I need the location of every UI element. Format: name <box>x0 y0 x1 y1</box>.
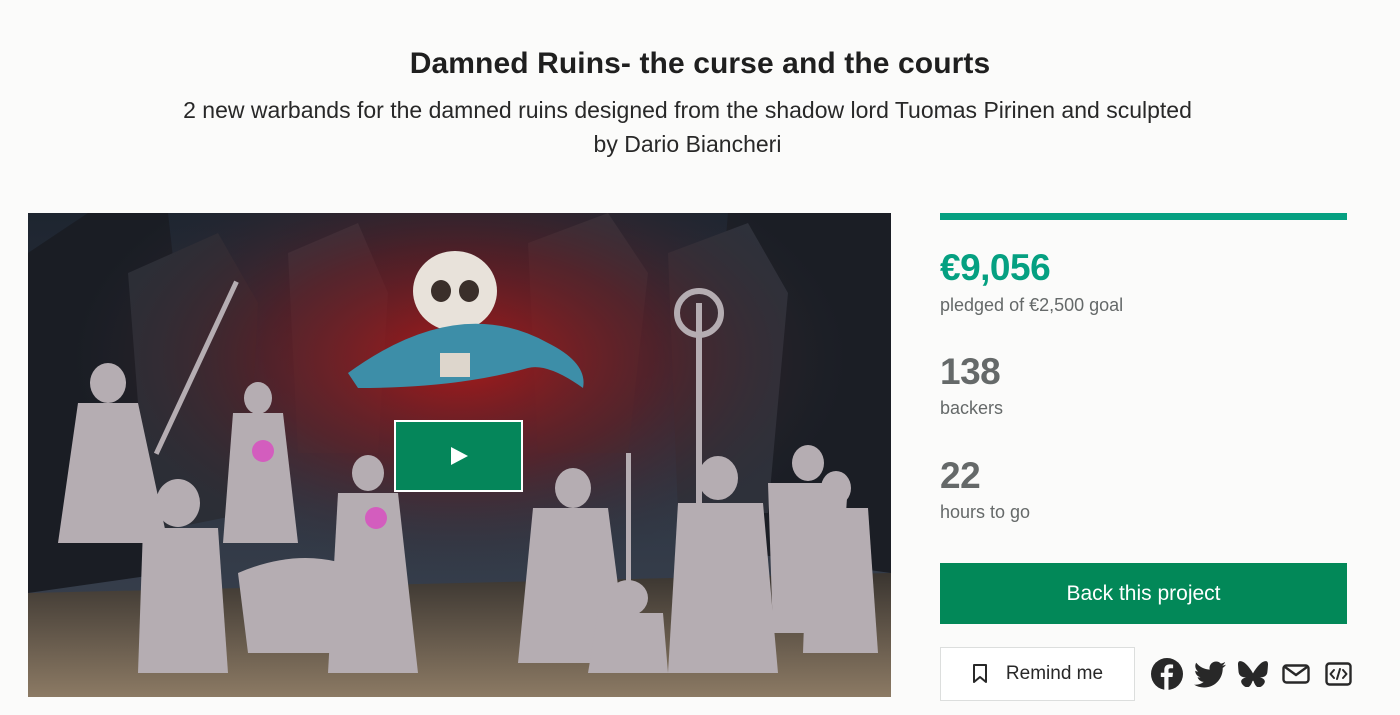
play-button[interactable] <box>394 420 523 492</box>
bookmark-icon <box>972 664 987 683</box>
backers-label: backers <box>940 398 1004 418</box>
project-title: Damned Ruins- the curse and the courts <box>409 47 991 80</box>
funding-progress-fill <box>940 213 1347 220</box>
project-subtitle: 2 new warbands for the damned ruins desi… <box>183 97 1192 157</box>
embed-icon[interactable] <box>1317 657 1360 691</box>
funding-progress-bar <box>940 213 1347 220</box>
remind-me-button[interactable]: Remind me <box>940 647 1135 701</box>
email-icon[interactable] <box>1274 657 1317 691</box>
share-icons <box>1145 657 1360 691</box>
remind-me-label: Remind me <box>1005 663 1104 684</box>
time-remaining-label: hours to go <box>940 502 1031 522</box>
pledged-label: pledged of €2,500 goal <box>940 295 1124 315</box>
twitter-icon[interactable] <box>1188 657 1231 691</box>
bluesky-icon[interactable] <box>1231 657 1274 691</box>
facebook-icon[interactable] <box>1145 657 1188 691</box>
play-icon <box>450 447 468 465</box>
back-project-button[interactable]: Back this project <box>940 563 1347 624</box>
backers-count: 138 <box>940 351 1001 392</box>
time-remaining: 22 <box>940 455 981 496</box>
project-video[interactable] <box>28 213 891 697</box>
pledged-amount: €9,056 <box>940 247 1051 288</box>
